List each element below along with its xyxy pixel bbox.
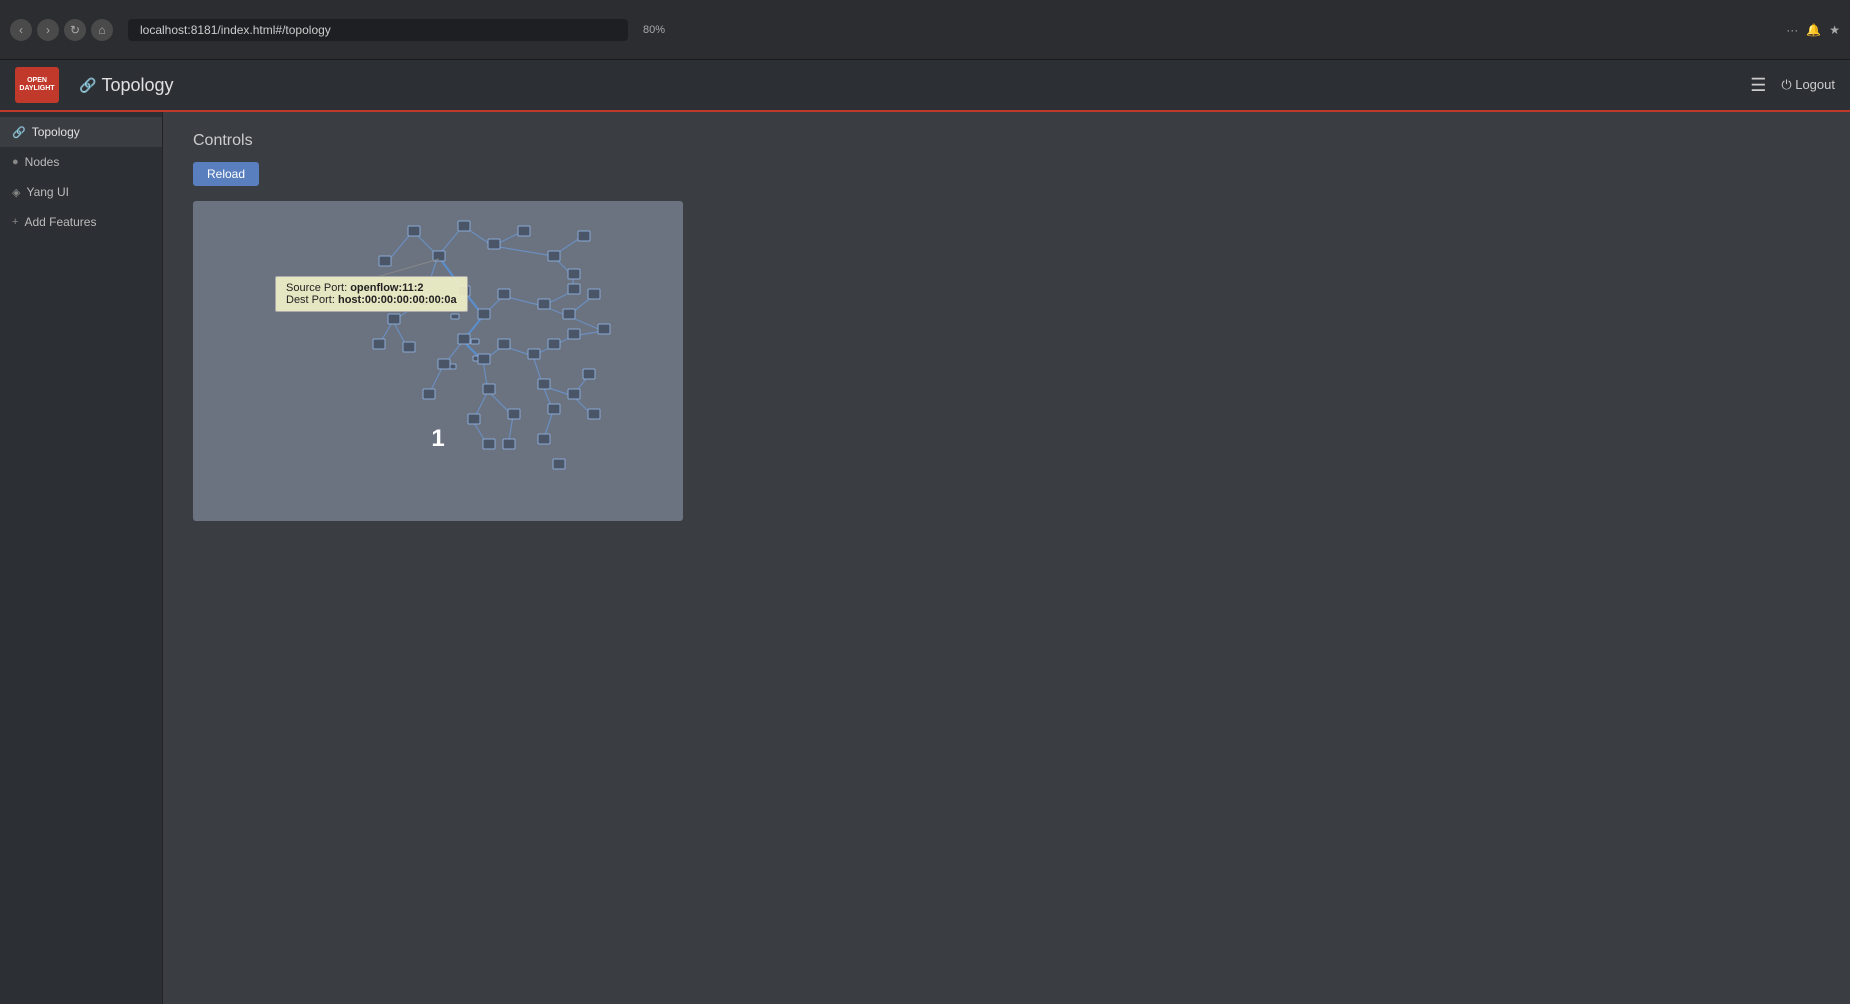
- sidebar-item-nodes-label: Nodes: [25, 155, 60, 169]
- back-button[interactable]: ‹: [10, 19, 32, 41]
- source-port-value: openflow:11:2: [350, 282, 423, 294]
- topology-svg: .edge { stroke: #6a8fc0; stroke-width: 1…: [193, 201, 683, 521]
- address-bar[interactable]: localhost:8181/index.html#/topology: [128, 19, 628, 41]
- tooltip-source-port: Source Port: openflow:11:2: [286, 282, 457, 294]
- sidebar-item-yangui-label: Yang UI: [26, 185, 68, 199]
- content-area: Controls Reload .edge { stroke: #6a8fc0;…: [163, 112, 1850, 1004]
- page-title: Topology: [101, 75, 173, 96]
- sidebar-item-yang-ui[interactable]: ◈ Yang UI: [0, 177, 162, 207]
- menu-icon[interactable]: ···: [1786, 23, 1798, 37]
- controls-title: Controls: [193, 132, 1820, 150]
- reload-button[interactable]: Reload: [193, 162, 259, 186]
- app-header: OPEN DAYLIGHT 🔗 Topology ☰ ⏻ Logout: [0, 60, 1850, 112]
- yangui-sidebar-icon: ◈: [12, 186, 20, 199]
- sidebar-item-addfeatures-label: Add Features: [24, 215, 96, 229]
- dest-port-value: host:00:00:00:00:00:0a: [338, 294, 457, 306]
- notification-icon[interactable]: 🔔: [1806, 23, 1821, 37]
- hamburger-menu[interactable]: ☰: [1750, 75, 1766, 96]
- sidebar-item-nodes[interactable]: ● Nodes: [0, 147, 162, 177]
- home-button[interactable]: ⌂: [91, 19, 113, 41]
- topology-sidebar-icon: 🔗: [12, 126, 26, 139]
- topology-header-icon: 🔗: [79, 77, 96, 94]
- browser-chrome: ‹ › ↻ ⌂ localhost:8181/index.html#/topol…: [0, 0, 1850, 60]
- forward-button[interactable]: ›: [37, 19, 59, 41]
- svg-text:1: 1: [431, 425, 444, 452]
- tooltip-dest-port: Dest Port: host:00:00:00:00:00:0a: [286, 294, 457, 306]
- sidebar: 🔗 Topology ● Nodes ◈ Yang UI + Add Featu…: [0, 112, 163, 1004]
- addfeatures-sidebar-icon: +: [12, 216, 18, 228]
- logo-text-daylight: DAYLIGHT: [19, 85, 54, 93]
- main-layout: 🔗 Topology ● Nodes ◈ Yang UI + Add Featu…: [0, 112, 1850, 1004]
- source-port-label: Source Port:: [286, 282, 347, 294]
- nodes-sidebar-icon: ●: [12, 156, 19, 168]
- refresh-button[interactable]: ↻: [64, 19, 86, 41]
- sidebar-item-topology-label: Topology: [32, 125, 80, 139]
- sidebar-item-topology[interactable]: 🔗 Topology: [0, 117, 162, 147]
- browser-nav-buttons: ‹ › ↻ ⌂: [10, 19, 113, 41]
- logo-box: OPEN DAYLIGHT: [15, 67, 59, 103]
- sidebar-item-add-features[interactable]: + Add Features: [0, 207, 162, 237]
- controls-section: Controls Reload: [193, 132, 1820, 186]
- zoom-level: 80%: [643, 24, 665, 36]
- topology-tooltip: Source Port: openflow:11:2 Dest Port: ho…: [275, 276, 468, 312]
- header-right: ☰ ⏻ Logout: [1750, 75, 1835, 96]
- browser-right-icons: ··· 🔔 ★: [1786, 23, 1840, 37]
- logo-text-open: OPEN: [27, 77, 47, 85]
- dest-port-label: Dest Port:: [286, 294, 335, 306]
- star-icon[interactable]: ★: [1829, 23, 1840, 37]
- topology-canvas[interactable]: .edge { stroke: #6a8fc0; stroke-width: 1…: [193, 201, 683, 521]
- logout-button[interactable]: ⏻ Logout: [1781, 77, 1835, 93]
- app-logo: OPEN DAYLIGHT: [15, 67, 59, 103]
